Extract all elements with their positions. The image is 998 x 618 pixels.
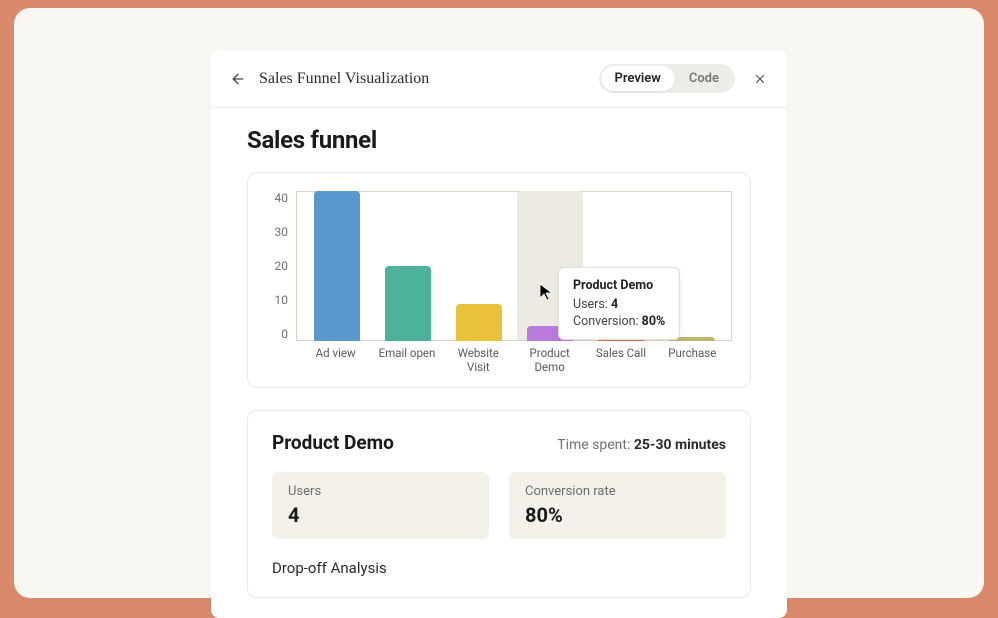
x-label: Email open bbox=[377, 347, 437, 375]
tooltip-title: Product Demo bbox=[573, 278, 665, 293]
y-tick: 20 bbox=[275, 259, 289, 273]
panel-content: Sales funnel 40 30 20 10 0 Ad view Email open… bbox=[211, 108, 787, 618]
detail-time: Time spent: 25-30 minutes bbox=[557, 437, 726, 453]
y-tick: 40 bbox=[275, 191, 289, 205]
y-tick: 0 bbox=[281, 327, 288, 341]
stat-conversion-value: 80% bbox=[525, 503, 710, 527]
back-arrow-icon[interactable] bbox=[229, 70, 247, 88]
tooltip-users-label: Users: bbox=[573, 297, 608, 312]
page-title: Sales funnel bbox=[247, 126, 751, 154]
x-axis-labels: Ad view Email open Website Visit Product De… bbox=[296, 347, 732, 375]
stat-conversion: Conversion rate 80% bbox=[509, 472, 726, 539]
bar-group[interactable] bbox=[449, 304, 509, 342]
bar[interactable] bbox=[314, 191, 360, 341]
chart-tooltip: Product Demo Users: 4 Conversion: 80% bbox=[558, 267, 680, 340]
detail-card: Product Demo Time spent: 25-30 minutes U… bbox=[247, 410, 751, 598]
bar[interactable] bbox=[456, 304, 502, 342]
stat-row: Users 4 Conversion rate 80% bbox=[272, 472, 726, 539]
stat-users-value: 4 bbox=[288, 503, 473, 527]
y-tick: 10 bbox=[275, 293, 289, 307]
tooltip-conversion-row: Conversion: 80% bbox=[573, 314, 665, 329]
detail-time-label: Time spent: bbox=[557, 437, 630, 453]
detail-header: Product Demo Time spent: 25-30 minutes bbox=[272, 431, 726, 454]
x-label: Product Demo bbox=[520, 347, 580, 375]
y-axis: 40 30 20 10 0 bbox=[266, 191, 296, 341]
y-tick: 30 bbox=[275, 225, 289, 239]
view-toggle: Preview Code bbox=[599, 64, 735, 93]
stat-users: Users 4 bbox=[272, 472, 489, 539]
stat-users-label: Users bbox=[288, 484, 473, 499]
detail-title: Product Demo bbox=[272, 431, 394, 454]
tooltip-conversion-value: 80% bbox=[642, 314, 666, 329]
x-label: Sales Call bbox=[591, 347, 651, 375]
tooltip-users-row: Users: 4 bbox=[573, 297, 665, 312]
toggle-code[interactable]: Code bbox=[675, 66, 733, 91]
app-background: Sales Funnel Visualization Preview Code … bbox=[14, 8, 984, 598]
tooltip-conversion-label: Conversion: bbox=[573, 314, 639, 329]
close-icon[interactable] bbox=[751, 70, 769, 88]
bar-group[interactable] bbox=[378, 266, 438, 341]
tooltip-users-value: 4 bbox=[611, 297, 618, 312]
bar[interactable] bbox=[385, 266, 431, 341]
dropoff-analysis-title: Drop-off Analysis bbox=[272, 559, 726, 577]
panel-header: Sales Funnel Visualization Preview Code bbox=[211, 50, 787, 108]
header-title: Sales Funnel Visualization bbox=[259, 70, 599, 88]
stat-conversion-label: Conversion rate bbox=[525, 484, 710, 499]
x-label: Ad view bbox=[306, 347, 366, 375]
bar-group[interactable] bbox=[307, 191, 367, 341]
x-label: Website Visit bbox=[448, 347, 508, 375]
detail-time-value: 25-30 minutes bbox=[634, 437, 726, 453]
main-panel: Sales Funnel Visualization Preview Code … bbox=[211, 50, 787, 618]
chart-card: 40 30 20 10 0 Ad view Email open Website Visit… bbox=[247, 172, 751, 388]
toggle-preview[interactable]: Preview bbox=[601, 66, 675, 91]
x-label: Purchase bbox=[662, 347, 722, 375]
